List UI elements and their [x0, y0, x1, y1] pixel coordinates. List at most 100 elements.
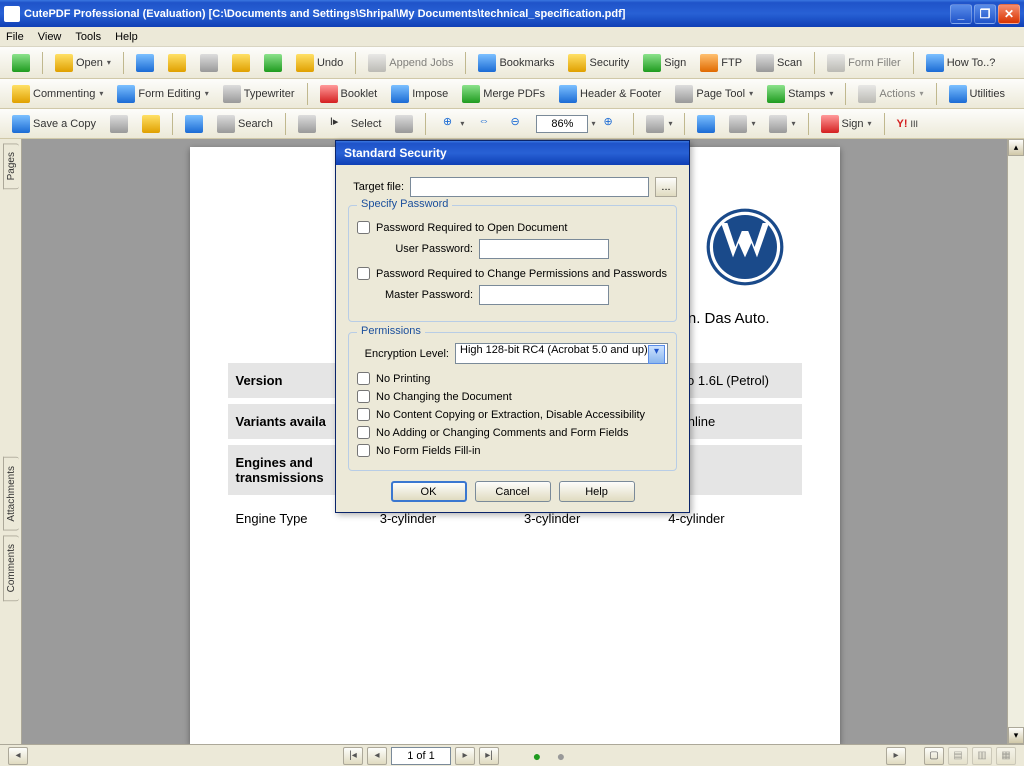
cancel-button[interactable]: Cancel: [475, 481, 551, 502]
hand-tool-button[interactable]: [292, 111, 322, 137]
search-button[interactable]: Search: [211, 111, 279, 137]
tools-icon: [949, 85, 967, 103]
browse-button[interactable]: ...: [655, 177, 677, 197]
mail-button[interactable]: [226, 50, 256, 76]
open-button[interactable]: Open▾: [49, 50, 117, 76]
ok-button[interactable]: OK: [391, 481, 467, 502]
view-facing-button[interactable]: ▥: [972, 747, 992, 765]
lock-icon: [568, 54, 586, 72]
header-footer-button[interactable]: Header & Footer: [553, 81, 667, 107]
howto-button[interactable]: How To..?: [920, 50, 1002, 76]
help-button[interactable]: Help: [559, 481, 635, 502]
clipboard-button[interactable]: ▾: [763, 111, 801, 137]
view-cont-facing-button[interactable]: ▦: [996, 747, 1016, 765]
commenting-button[interactable]: Commenting▾: [6, 81, 109, 107]
zoom-in-button-2[interactable]: ⊕: [597, 111, 627, 137]
no-comments-checkbox[interactable]: [357, 426, 370, 439]
text-box-button[interactable]: [691, 111, 721, 137]
printer-icon: [200, 54, 218, 72]
menu-view[interactable]: View: [38, 31, 62, 43]
maximize-button[interactable]: ❐: [974, 4, 996, 24]
zoom-dropdown[interactable]: ▾: [591, 119, 595, 128]
targetfile-input[interactable]: [410, 177, 649, 197]
group-legend: Specify Password: [357, 198, 452, 210]
ftp-button[interactable]: FTP: [694, 50, 748, 76]
typewriter-button[interactable]: Typewriter: [217, 81, 301, 107]
close-button[interactable]: ✕: [998, 4, 1020, 24]
zoom-in-button[interactable]: ⊕▾: [432, 111, 470, 137]
master-password-input[interactable]: [479, 285, 609, 305]
menu-tools[interactable]: Tools: [75, 31, 101, 43]
menubar: File View Tools Help: [0, 27, 1024, 47]
undo-button-2[interactable]: ▾: [723, 111, 761, 137]
merge-pdfs-button[interactable]: Merge PDFs: [456, 81, 551, 107]
page-tool-button[interactable]: Page Tool▾: [669, 81, 759, 107]
save-button[interactable]: [130, 50, 160, 76]
zoom-out-button[interactable]: ⊖: [504, 111, 534, 137]
camera-icon: [395, 115, 413, 133]
actions-button[interactable]: Actions▾: [852, 81, 929, 107]
select-tool-button[interactable]: I▸Select: [324, 111, 388, 137]
encryption-select[interactable]: High 128-bit RC4 (Acrobat 5.0 and up): [455, 343, 668, 364]
no-printing-checkbox[interactable]: [357, 372, 370, 385]
first-page-button[interactable]: |◂: [343, 747, 363, 765]
sign-toolbar-button[interactable]: Sign▾: [815, 111, 878, 137]
hscroll-right-button[interactable]: ▸: [886, 747, 906, 765]
form-filler-button[interactable]: Form Filler: [821, 50, 907, 76]
pw-open-checkbox[interactable]: [357, 221, 370, 234]
scroll-up-button[interactable]: ▴: [1008, 139, 1024, 156]
rotate-button[interactable]: ▾: [640, 111, 678, 137]
page-input[interactable]: [391, 747, 451, 765]
scroll-down-button[interactable]: ▾: [1008, 727, 1024, 744]
nav-back-button[interactable]: [6, 50, 36, 76]
next-page-button[interactable]: ▸: [455, 747, 475, 765]
specify-password-group: Specify Password Password Required to Op…: [348, 205, 677, 322]
minimize-button[interactable]: _: [950, 4, 972, 24]
pw-change-checkbox[interactable]: [357, 267, 370, 280]
print-button-2[interactable]: [104, 111, 134, 137]
zoom-out-icon: ⊖: [510, 115, 528, 133]
user-password-input[interactable]: [479, 239, 609, 259]
save-copy-button[interactable]: Save a Copy: [6, 111, 102, 137]
append-jobs-button[interactable]: Append Jobs: [362, 50, 459, 76]
impose-button[interactable]: Impose: [385, 81, 454, 107]
vertical-scrollbar[interactable]: ▴ ▾: [1007, 139, 1024, 744]
tab-attachments[interactable]: Attachments: [3, 457, 19, 531]
prev-page-button[interactable]: ◂: [367, 747, 387, 765]
security-button[interactable]: Security: [562, 50, 635, 76]
fit-icon: ⇔: [478, 115, 496, 133]
form-editing-button[interactable]: Form Editing▾: [111, 81, 214, 107]
page-tool-icon: [675, 85, 693, 103]
view-continuous-button[interactable]: ▤: [948, 747, 968, 765]
yahoo-button[interactable]: Y!III: [891, 114, 925, 134]
undo-button[interactable]: Undo: [290, 50, 349, 76]
tab-pages[interactable]: Pages: [3, 143, 19, 189]
snapshot-button[interactable]: [389, 111, 419, 137]
utilities-button[interactable]: Utilities: [943, 81, 1011, 107]
scan-button[interactable]: Scan: [750, 50, 808, 76]
tab-comments[interactable]: Comments: [3, 535, 19, 601]
menu-file[interactable]: File: [6, 31, 24, 43]
bookmarks-button[interactable]: Bookmarks: [472, 50, 560, 76]
no-copying-checkbox[interactable]: [357, 408, 370, 421]
no-changing-checkbox[interactable]: [357, 390, 370, 403]
nav-forward-button[interactable]: ●: [551, 747, 571, 765]
zoom-input[interactable]: [536, 115, 588, 133]
window-title: CutePDF Professional (Evaluation) [C:\Do…: [24, 8, 950, 20]
print-button[interactable]: [194, 50, 224, 76]
no-fillin-checkbox[interactable]: [357, 444, 370, 457]
menu-help[interactable]: Help: [115, 31, 138, 43]
stamps-button[interactable]: Stamps▾: [761, 81, 839, 107]
hscroll-left-button[interactable]: ◂: [8, 747, 28, 765]
dialog-title: Standard Security: [336, 141, 689, 165]
fit-width-button[interactable]: ⇔: [472, 111, 502, 137]
booklet-button[interactable]: Booklet: [314, 81, 384, 107]
export-button[interactable]: [258, 50, 288, 76]
view-single-button[interactable]: ▢: [924, 747, 944, 765]
mail-button-2[interactable]: [136, 111, 166, 137]
web-button[interactable]: [179, 111, 209, 137]
folder-button[interactable]: [162, 50, 192, 76]
sign-button[interactable]: Sign: [637, 50, 692, 76]
last-page-button[interactable]: ▸|: [479, 747, 499, 765]
nav-back-button[interactable]: ●: [527, 747, 547, 765]
